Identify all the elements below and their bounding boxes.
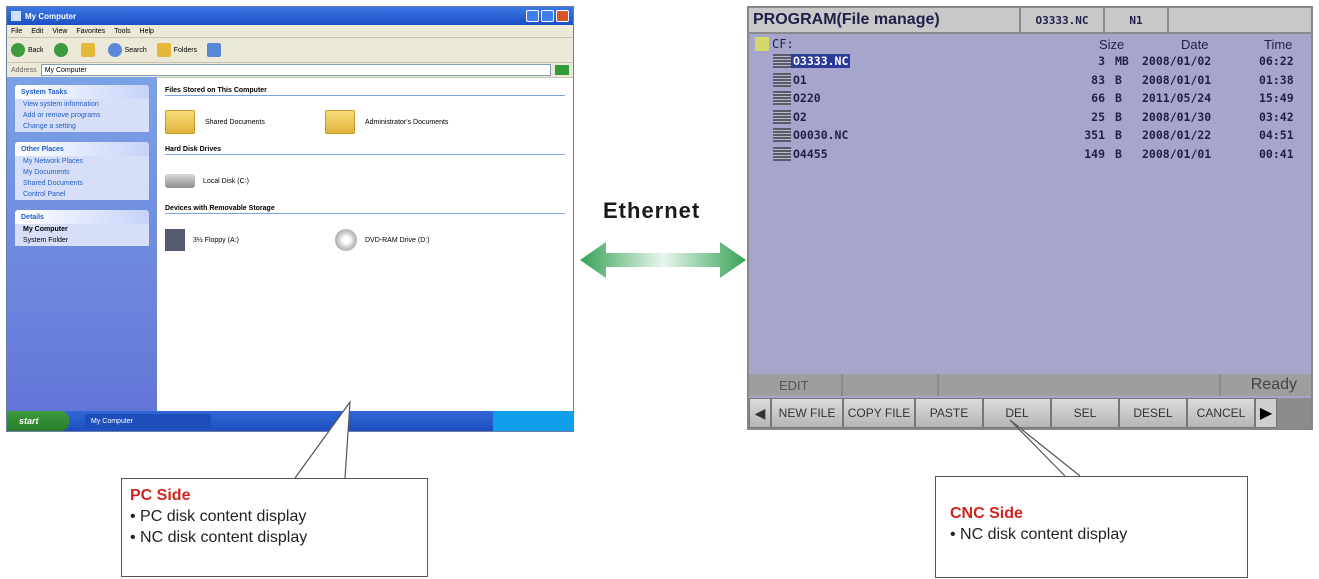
- callout-title: CNC Side: [950, 505, 1023, 522]
- callout-line: • NC disk content display: [950, 526, 1128, 543]
- cnc-side-callout: CNC Side • NC disk content display: [935, 476, 1248, 578]
- pc-side-callout: PC Side • PC disk content display • NC d…: [121, 478, 428, 577]
- callout-line: • NC disk content display: [130, 529, 308, 546]
- callout-line: • PC disk content display: [130, 508, 307, 525]
- callout-title: PC Side: [130, 487, 191, 504]
